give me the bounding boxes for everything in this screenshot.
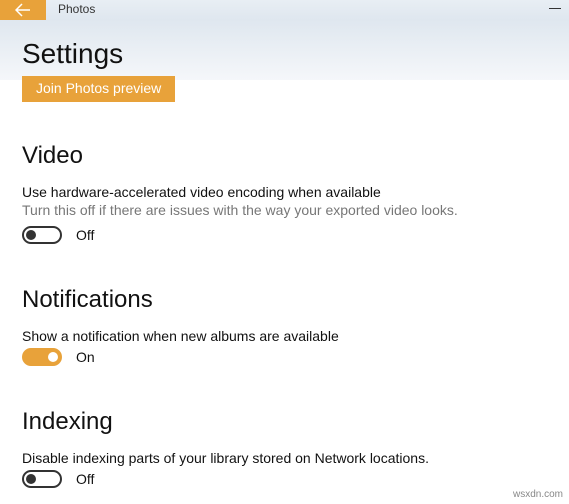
section-title-video: Video [22, 142, 547, 170]
indexing-toggle-row: Off [22, 470, 547, 488]
toggle-knob [48, 352, 58, 362]
section-title-indexing: Indexing [22, 408, 547, 436]
notifications-toggle[interactable] [22, 348, 62, 366]
app-title: Photos [58, 0, 95, 17]
video-toggle-row: Off [22, 226, 547, 244]
toggle-knob [26, 474, 36, 484]
notifications-toggle-state: On [76, 349, 95, 365]
video-encoding-sublabel: Turn this off if there are issues with t… [22, 202, 547, 218]
back-arrow-icon [15, 3, 31, 17]
page-title: Settings [22, 38, 547, 70]
indexing-toggle[interactable] [22, 470, 62, 488]
notifications-toggle-row: On [22, 348, 547, 366]
video-toggle-state: Off [76, 227, 94, 243]
titlebar: Photos [0, 0, 569, 20]
back-button[interactable] [0, 0, 46, 20]
minimize-button[interactable] [549, 2, 563, 4]
toggle-knob [26, 230, 36, 240]
indexing-label: Disable indexing parts of your library s… [22, 450, 547, 466]
header: Settings [0, 20, 569, 80]
watermark: wsxdn.com [513, 489, 563, 500]
content: Join Photos preview Video Use hardware-a… [0, 80, 569, 488]
join-preview-button[interactable]: Join Photos preview [22, 76, 175, 102]
video-encoding-toggle[interactable] [22, 226, 62, 244]
video-encoding-label: Use hardware-accelerated video encoding … [22, 184, 547, 200]
section-title-notifications: Notifications [22, 286, 547, 314]
notifications-label: Show a notification when new albums are … [22, 328, 547, 344]
indexing-toggle-state: Off [76, 471, 94, 487]
